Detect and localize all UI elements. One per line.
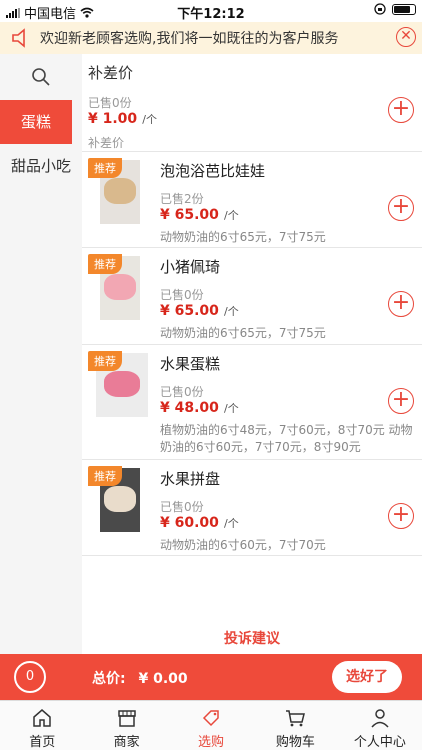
tab-merchant[interactable]: 商家	[84, 701, 168, 750]
cake-shape	[104, 178, 136, 204]
product-list: 补差价 已售0份 ¥ 1.00 /个 + 补差价 推荐 泡泡浴芭比娃娃 已售2份…	[82, 54, 422, 652]
status-time: 下午12:12	[177, 7, 245, 22]
status-bar: 中国电信 下午12:12	[0, 0, 422, 22]
sidebar-item-snacks[interactable]: 甜品小吃	[0, 144, 82, 188]
product-item[interactable]: 推荐 水果拼盘 已售0份 ¥ 60.00 /个 + 动物奶油的6寸60元，7寸7…	[82, 460, 422, 556]
store-icon	[117, 710, 136, 727]
recommend-badge: 推荐	[88, 254, 122, 274]
product-price: ¥ 65.00	[160, 303, 219, 319]
product-desc: 动物奶油的6寸65元，7寸75元	[160, 230, 326, 244]
product-item[interactable]: 推荐 水果蛋糕 已售0份 ¥ 48.00 /个 + 植物奶油的6寸48元，7寸6…	[82, 345, 422, 460]
product-price-line: ¥ 65.00 /个	[160, 300, 239, 319]
speaker-icon	[12, 28, 25, 48]
product-name: 小猪佩琦	[160, 258, 221, 276]
product-price-line: ¥ 60.00 /个	[160, 512, 239, 531]
product-unit: /个	[224, 517, 239, 530]
close-icon[interactable]: ✕	[396, 27, 416, 47]
add-to-cart-button[interactable]: +	[388, 195, 414, 221]
group-label: 补差价	[82, 130, 422, 152]
product-unit: /个	[224, 402, 239, 415]
product-desc: 动物奶油的6寸65元，7寸75元	[160, 326, 326, 340]
battery-icon	[392, 3, 416, 15]
product-name: 水果蛋糕	[160, 355, 221, 373]
product-unit: /个	[224, 209, 239, 222]
tab-cart[interactable]: 购物车	[253, 701, 337, 750]
product-desc: 动物奶油的6寸60元，7寸70元	[160, 538, 326, 552]
product-item[interactable]: 推荐 小猪佩琦 已售0份 ¥ 65.00 /个 + 动物奶油的6寸65元，7寸7…	[82, 248, 422, 345]
total-label: 总价:	[92, 671, 126, 687]
product-price: ¥ 65.00	[160, 207, 219, 223]
user-icon	[371, 709, 389, 728]
recommend-badge: 推荐	[88, 466, 122, 486]
product-unit: /个	[224, 305, 239, 318]
product-desc: 植物奶油的6寸48元，7寸60元，8寸70元 动物奶油的6寸60元，7寸70元，…	[160, 423, 413, 454]
cake-shape	[104, 274, 136, 300]
sidebar-search[interactable]	[0, 54, 82, 100]
product-price-line: ¥ 48.00 /个	[160, 397, 239, 416]
tab-label: 个人中心	[353, 735, 406, 750]
bucha-price-line: ¥ 1.00 /个	[88, 108, 157, 127]
category-sidebar: 蛋糕 甜品小吃	[0, 54, 82, 654]
product-price: ¥ 60.00	[160, 515, 219, 531]
product-price-line: ¥ 65.00 /个	[160, 204, 239, 223]
tab-label: 首页	[29, 735, 56, 750]
product-name: 泡泡浴芭比娃娃	[160, 162, 266, 180]
cart-total: 总价: ¥ 0.00	[92, 668, 188, 688]
product-price: ¥ 48.00	[160, 400, 219, 416]
orientation-lock-icon	[374, 3, 386, 15]
tab-home[interactable]: 首页	[0, 701, 84, 750]
recommend-badge: 推荐	[88, 158, 122, 178]
product-item[interactable]: 推荐 泡泡浴芭比娃娃 已售2份 ¥ 65.00 /个 + 动物奶油的6寸65元，…	[82, 152, 422, 248]
add-to-cart-button[interactable]: +	[388, 291, 414, 317]
tab-shop[interactable]: 选购	[169, 701, 253, 750]
cart-icon	[286, 710, 306, 727]
cake-shape	[104, 486, 136, 512]
status-right	[374, 3, 416, 15]
total-value: ¥ 0.00	[138, 671, 188, 687]
search-icon	[32, 68, 50, 86]
add-to-cart-button[interactable]: +	[388, 503, 414, 529]
tab-label: 选购	[198, 735, 225, 750]
notice-bar: 欢迎新老顾客选购,我们将一如既往的为客户服务 ✕	[0, 22, 422, 54]
bucha-item: 已售0份 ¥ 1.00 /个 +	[82, 88, 422, 130]
sidebar-item-cake[interactable]: 蛋糕	[0, 100, 72, 144]
checkout-button[interactable]: 选好了	[332, 661, 402, 693]
add-to-cart-button[interactable]: +	[388, 388, 414, 414]
tag-icon	[202, 710, 219, 727]
cart-bar: 0 总价: ¥ 0.00 选好了	[0, 654, 422, 700]
tab-label: 商家	[113, 735, 140, 750]
notice-text: 欢迎新老顾客选购,我们将一如既往的为客户服务	[40, 31, 339, 47]
tab-bar: 首页 商家 选购 购物车 个人中心	[0, 700, 422, 750]
recommend-badge: 推荐	[88, 351, 122, 371]
bucha-unit: /个	[142, 113, 157, 126]
add-bucha-button[interactable]: +	[388, 97, 414, 123]
cake-shape	[104, 371, 140, 397]
product-name: 水果拼盘	[160, 470, 221, 488]
tab-profile[interactable]: 个人中心	[338, 701, 422, 750]
bucha-price: ¥ 1.00	[88, 111, 138, 127]
complaint-link[interactable]: 投诉建议	[82, 628, 422, 648]
tab-label: 购物车	[275, 735, 315, 750]
cart-count-button[interactable]: 0	[14, 661, 46, 693]
home-icon	[33, 709, 51, 727]
section-title: 补差价	[88, 64, 134, 82]
